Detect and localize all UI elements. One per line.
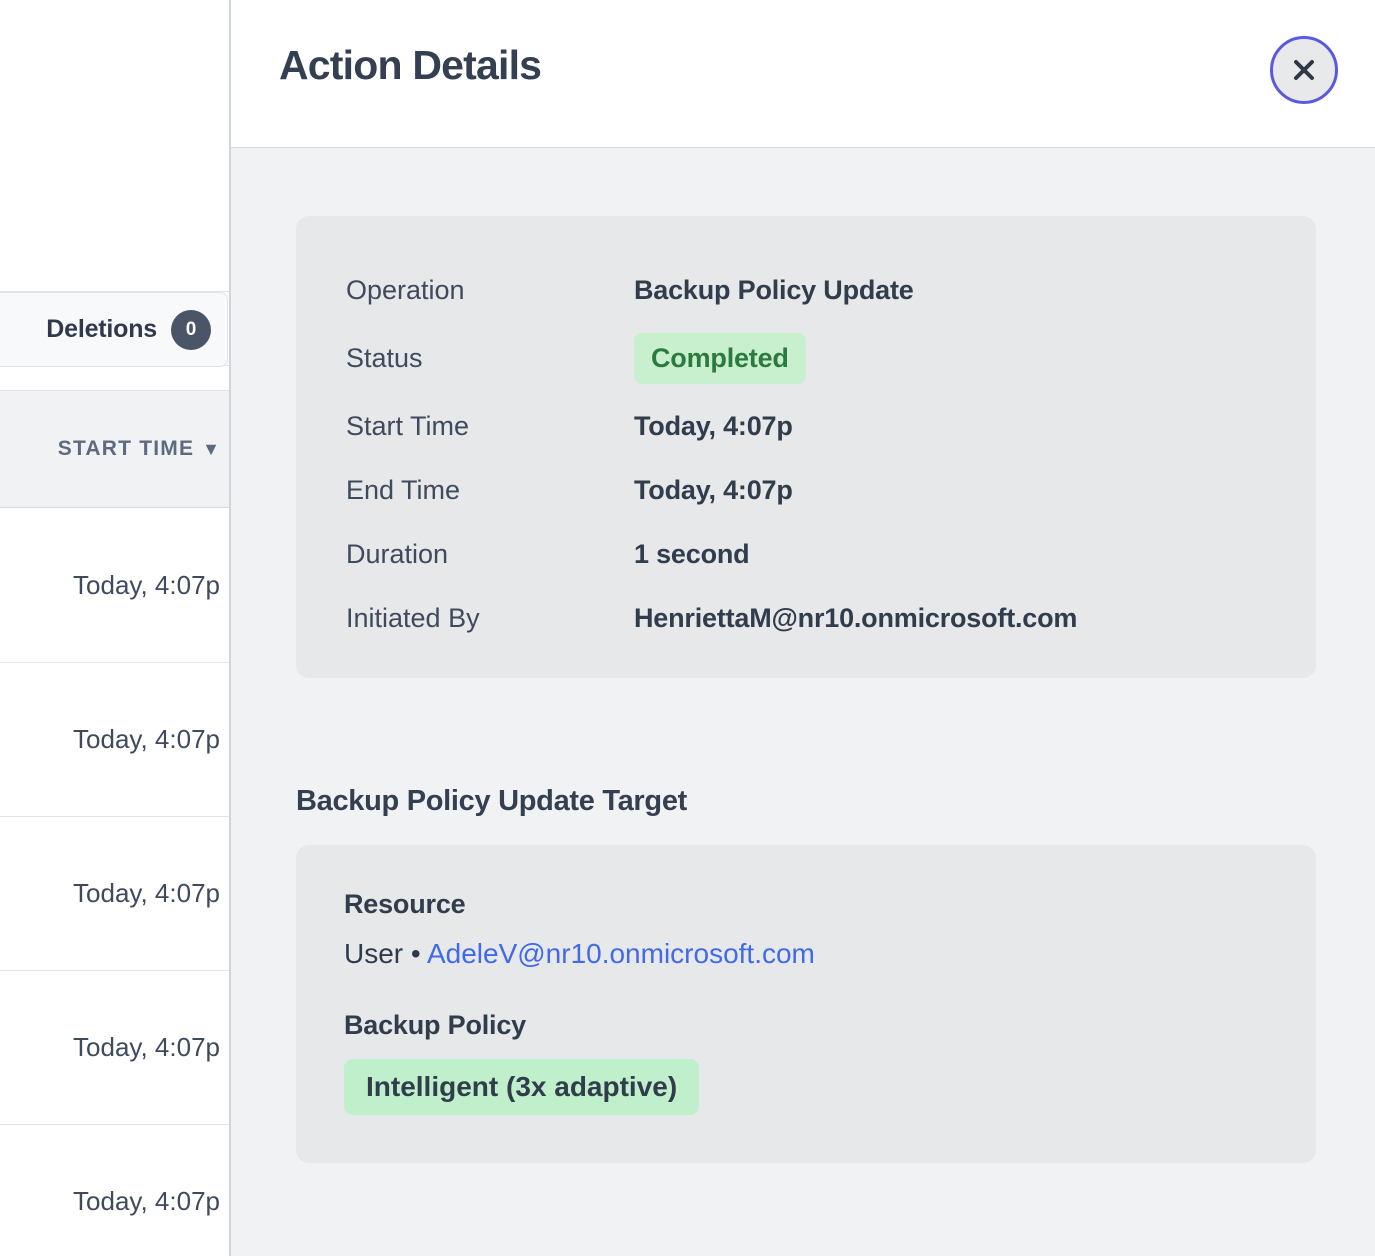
tab-strip: Deletions 0 [0,291,230,367]
detail-row-status: Status Completed [346,322,1266,394]
summary-card: Operation Backup Policy Update Status Co… [296,216,1316,678]
tab-deletions[interactable]: Deletions 0 [0,292,228,367]
detail-value: HenriettaM@nr10.onmicrosoft.com [634,602,1078,633]
detail-row-duration: Duration 1 second [346,522,1266,586]
status-badge: Completed [634,332,806,384]
row-start-time: Today, 4:07p [73,1186,220,1216]
column-header-label: START TIME [57,437,195,460]
resource-value-line: User • AdeleV@nr10.onmicrosoft.com [344,938,1268,970]
detail-label: Operation [346,274,465,305]
row-start-time: Today, 4:07p [73,1032,220,1062]
detail-row-operation: Operation Backup Policy Update [346,258,1266,322]
table-row[interactable]: Today, 4:07p [0,509,230,663]
table-row[interactable]: Today, 4:07p [0,1125,230,1256]
row-start-time: Today, 4:07p [73,570,220,600]
table-row[interactable]: Today, 4:07p [0,817,230,971]
background-activity-list: Deletions 0 START TIME ▼ Today, 4:07p To… [0,0,230,1256]
screen-root: Deletions 0 START TIME ▼ Today, 4:07p To… [0,0,1375,1256]
detail-label: End Time [346,474,461,505]
detail-value: Completed [634,332,806,384]
detail-label: Initiated By [346,602,480,633]
table-row[interactable]: Today, 4:07p [0,663,230,817]
row-start-time: Today, 4:07p [73,878,220,908]
column-header-start-time[interactable]: START TIME ▼ [0,390,230,508]
page-title: Action Details [279,42,542,88]
detail-row-end-time: End Time Today, 4:07p [346,458,1266,522]
section-title-target: Backup Policy Update Target [296,785,688,817]
detail-value: 1 second [634,538,750,569]
tab-deletions-count-badge: 0 [171,309,211,350]
resource-link[interactable]: AdeleV@nr10.onmicrosoft.com [427,938,815,969]
resource-type: User [344,938,404,969]
tab-deletions-label: Deletions [46,315,157,343]
detail-value: Backup Policy Update [634,274,914,305]
detail-label: Duration [346,538,449,569]
close-button[interactable] [1270,36,1338,104]
resource-label: Resource [344,889,466,919]
detail-row-start-time: Start Time Today, 4:07p [346,394,1266,458]
bullet-separator-icon: • [410,938,421,969]
close-icon [1294,60,1314,80]
backup-policy-label: Backup Policy [344,1010,526,1040]
row-start-time: Today, 4:07p [73,724,220,754]
sort-descending-icon: ▼ [202,439,220,459]
panel-header: Action Details [231,0,1375,148]
detail-value: Today, 4:07p [634,410,793,441]
panel-body: Operation Backup Policy Update Status Co… [231,148,1375,1256]
detail-value: Today, 4:07p [634,474,793,505]
detail-label: Start Time [346,410,470,441]
backup-policy-badge: Intelligent (3x adaptive) [344,1059,700,1115]
detail-label: Status [346,342,423,373]
target-card: Resource User • AdeleV@nr10.onmicrosoft.… [296,845,1316,1163]
table-row[interactable]: Today, 4:07p [0,971,230,1125]
detail-row-initiated-by: Initiated By HenriettaM@nr10.onmicrosoft… [346,586,1266,650]
action-details-panel: Action Details Operation Backup Policy U… [231,0,1375,1256]
